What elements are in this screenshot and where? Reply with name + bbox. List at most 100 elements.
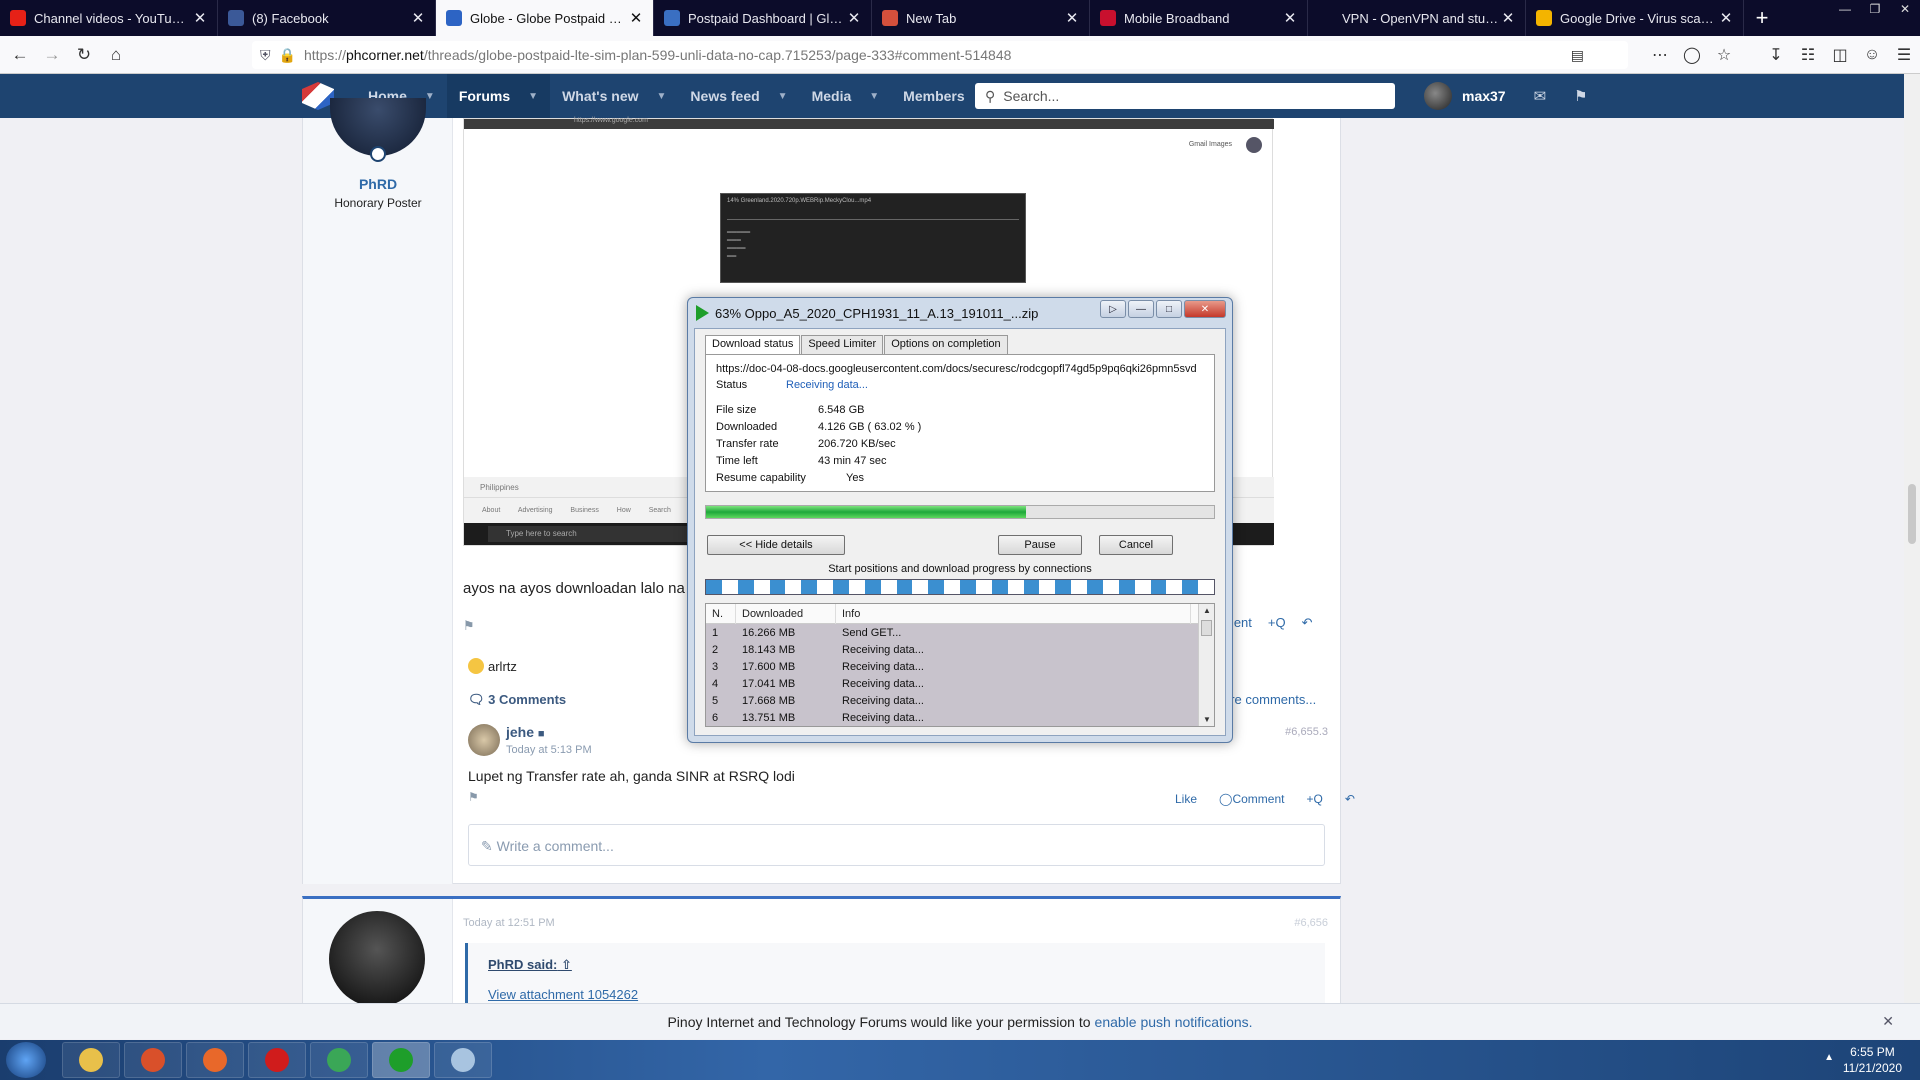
downloads-icon[interactable]: ↧ — [1760, 45, 1792, 65]
taskbar-app-explorer[interactable] — [62, 1042, 120, 1078]
idm-minimize-button[interactable]: — — [1128, 300, 1154, 318]
col-header-info[interactable]: Info — [836, 604, 1191, 624]
taskbar-app-media-player[interactable] — [124, 1042, 182, 1078]
enable-push-link[interactable]: enable push notifications. — [1095, 1014, 1253, 1030]
comment-link[interactable]: ◯Comment — [1219, 792, 1284, 806]
close-tab-icon[interactable]: ✕ — [1717, 9, 1735, 27]
quote-jump-icon[interactable]: ⇧ — [561, 957, 572, 972]
library-icon[interactable]: ☷ — [1792, 45, 1824, 65]
reaction-summary[interactable]: arlrtz — [468, 658, 517, 674]
close-tab-icon[interactable]: ✕ — [845, 9, 863, 27]
browser-tab[interactable]: Mobile Broadband ✕ — [1090, 0, 1308, 36]
like-link[interactable]: Like — [1175, 792, 1197, 806]
close-icon[interactable]: ✕ — [1882, 1013, 1894, 1030]
comment-number[interactable]: #6,655.3 — [1285, 726, 1328, 738]
account-icon[interactable]: ☺ — [1856, 46, 1888, 64]
browser-tab[interactable]: Globe - Globe Postpaid LTE sim plan✕ — [436, 0, 654, 36]
col-header-downloaded[interactable]: Downloaded — [736, 604, 836, 624]
restore-window-button[interactable]: ❐ — [1860, 0, 1890, 18]
chevron-down-icon[interactable]: ▼ — [778, 91, 788, 102]
chevron-down-icon[interactable]: ▼ — [657, 91, 667, 102]
close-tab-icon[interactable]: ✕ — [1063, 9, 1081, 27]
home-icon[interactable]: ⌂ — [100, 40, 132, 70]
hide-details-button[interactable]: << Hide details — [707, 535, 845, 555]
reload-icon[interactable]: ↻ — [68, 40, 100, 70]
taskbar-app-chrome[interactable] — [310, 1042, 368, 1078]
col-header-number[interactable]: N. — [706, 604, 736, 624]
forum-nav-item[interactable]: What's new ▼ — [550, 74, 678, 118]
hamburger-menu-icon[interactable]: ☰ — [1888, 45, 1920, 65]
close-window-button[interactable]: ✕ — [1890, 0, 1920, 18]
idm-tab[interactable]: Download status — [705, 335, 801, 355]
post-2-number[interactable]: #6,656 — [1294, 917, 1328, 929]
chevron-down-icon[interactable]: ▼ — [869, 91, 879, 102]
author-2-avatar[interactable] — [329, 911, 425, 1007]
forum-search-input[interactable]: ⚲ Search... — [975, 83, 1395, 109]
browser-tab[interactable]: Channel videos - YouTube Studio✕ — [0, 0, 218, 36]
chevron-down-icon[interactable]: ▼ — [425, 91, 435, 102]
close-tab-icon[interactable]: ✕ — [627, 9, 645, 27]
comment-report-icon[interactable]: ⚑ — [468, 790, 479, 804]
browser-tab[interactable]: Google Drive - Virus scan warning✕ — [1526, 0, 1744, 36]
commenter-name[interactable]: jehe — [506, 724, 534, 740]
forum-nav-item[interactable]: Media ▼ — [800, 74, 892, 118]
idm-tab[interactable]: Options on completion — [884, 335, 1008, 354]
close-tab-icon[interactable]: ✕ — [409, 9, 427, 27]
connection-row[interactable]: 1 16.266 MB Send GET... — [706, 624, 1214, 641]
forum-nav-item[interactable]: News feed ▼ — [678, 74, 799, 118]
commenter-avatar[interactable] — [468, 724, 500, 756]
report-flag-icon[interactable]: ⚑ — [463, 618, 475, 634]
cancel-button[interactable]: Cancel — [1099, 535, 1173, 555]
taskbar-app-idm[interactable] — [372, 1042, 430, 1078]
close-tab-icon[interactable]: ✕ — [1281, 9, 1299, 27]
more-actions-icon[interactable]: ⋯ — [1644, 45, 1676, 65]
reader-view-icon[interactable]: ▤ — [1571, 47, 1584, 64]
mail-icon[interactable]: ✉ — [1534, 87, 1547, 105]
bell-icon[interactable]: ⚑ — [1574, 87, 1587, 105]
address-bar[interactable]: ⛨ 🔒 https://phcorner.net/threads/globe-p… — [252, 41, 1628, 69]
scrollbar-thumb[interactable] — [1908, 484, 1916, 544]
idm-arrow-icon[interactable]: ▷ — [1100, 300, 1126, 318]
bookmark-star-icon[interactable]: ☆ — [1708, 45, 1740, 65]
scroll-down-icon[interactable]: ▼ — [1199, 715, 1214, 724]
idm-close-button[interactable]: ✕ — [1184, 300, 1226, 318]
page-scrollbar[interactable] — [1904, 74, 1920, 1003]
pause-button[interactable]: Pause — [998, 535, 1082, 555]
comments-count[interactable]: 🗨 3 Comments — [468, 692, 566, 708]
browser-tab[interactable]: VPN - OpenVPN and stunnel ✕ — [1308, 0, 1526, 36]
post-2-time[interactable]: Today at 12:51 PM — [463, 917, 555, 929]
connection-row[interactable]: 5 17.668 MB Receiving data... — [706, 692, 1214, 709]
close-tab-icon[interactable]: ✕ — [1499, 9, 1517, 27]
comment-time[interactable]: Today at 5:13 PM — [506, 744, 592, 756]
forum-nav-item[interactable]: Forums ▼ — [446, 74, 551, 118]
user-menu[interactable]: max37 ✉ ⚑ — [1424, 74, 1588, 118]
quote-attachment-link[interactable]: View attachment 1054262 — [488, 987, 1305, 1002]
clock[interactable]: 6:55 PM 11/21/2020 — [1843, 1044, 1902, 1076]
connection-row[interactable]: 4 17.041 MB Receiving data... — [706, 675, 1214, 692]
quote-author[interactable]: PhRD said: ⇧ — [488, 957, 1305, 973]
scroll-up-icon[interactable]: ▲ — [1199, 606, 1214, 615]
pocket-icon[interactable]: ◯ — [1676, 45, 1708, 65]
reply-icon[interactable]: ↶ — [1302, 615, 1313, 631]
browser-tab[interactable]: (8) Facebook ✕ — [218, 0, 436, 36]
more-comments-link[interactable]: ore comments... — [1223, 692, 1316, 707]
browser-tab[interactable]: Postpaid Dashboard | GlobeOne✕ — [654, 0, 872, 36]
idm-tab[interactable]: Speed Limiter — [801, 335, 884, 354]
minimize-window-button[interactable]: — — [1830, 0, 1860, 18]
back-icon[interactable]: ← — [4, 40, 36, 70]
start-button[interactable] — [6, 1042, 46, 1078]
reply-icon[interactable]: ↶ — [1345, 792, 1355, 806]
taskbar-app-window[interactable] — [434, 1042, 492, 1078]
close-tab-icon[interactable]: ✕ — [191, 9, 209, 27]
browser-tab[interactable]: New Tab ✕ — [872, 0, 1090, 36]
connection-row[interactable]: 2 18.143 MB Receiving data... — [706, 641, 1214, 658]
quote-link[interactable]: +Q — [1306, 792, 1322, 806]
tray-expand-icon[interactable]: ▲ — [1824, 1052, 1834, 1063]
connections-scroll-thumb[interactable] — [1201, 620, 1212, 636]
taskbar-app-firefox[interactable] — [186, 1042, 244, 1078]
taskbar-app-opera[interactable] — [248, 1042, 306, 1078]
new-tab-button[interactable]: + — [1744, 0, 1780, 36]
connection-row[interactable]: 3 17.600 MB Receiving data... — [706, 658, 1214, 675]
author-name[interactable]: PhRD — [303, 176, 453, 192]
idm-maximize-button[interactable]: □ — [1156, 300, 1182, 318]
